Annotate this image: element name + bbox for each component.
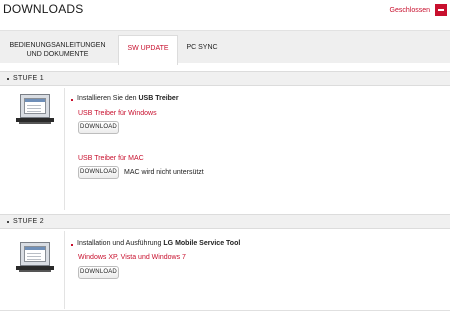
- os-support-link[interactable]: Windows XP, Vista und Windows 7: [78, 254, 186, 261]
- stage2-bullet: [71, 244, 73, 246]
- bullet-icon: [7, 78, 9, 80]
- usb-driver-windows-link[interactable]: USB Treiber für Windows: [78, 110, 157, 117]
- downloads-header: DOWNLOADS Geschlossen: [0, 0, 450, 28]
- tab-pc-sync[interactable]: PC SYNC: [182, 35, 222, 65]
- stage1-instruction-bold: USB Treiber: [138, 95, 179, 102]
- stage2-instruction-text: Installation und Ausführung: [77, 240, 164, 247]
- laptop-icon: [16, 242, 54, 274]
- tab-manuals-line1: BEDIENUNGSANLEITUNGEN: [9, 42, 106, 49]
- minus-icon[interactable]: [435, 4, 447, 16]
- stage1-instruction-text: Installieren Sie den: [77, 95, 139, 102]
- stage2-instruction: Installation und Ausführung LG Mobile Se…: [77, 240, 240, 247]
- tab-manuals-line2: UND DOKUMENTE: [26, 51, 89, 58]
- download-button-tool[interactable]: DOWNLOAD: [78, 266, 119, 279]
- bullet-icon: [7, 221, 9, 223]
- stage1-instruction: Installieren Sie den USB Treiber: [77, 95, 179, 102]
- closed-label[interactable]: Geschlossen: [390, 7, 430, 14]
- bottom-divider: [0, 310, 450, 311]
- page-title: DOWNLOADS: [3, 2, 84, 16]
- tab-pc-sync-label: PC SYNC: [186, 44, 218, 51]
- stage1-bullet: [71, 99, 73, 101]
- usb-driver-mac-link[interactable]: USB Treiber für MAC: [78, 155, 144, 162]
- download-button-windows[interactable]: DOWNLOAD: [78, 121, 119, 134]
- stage1-label: STUFE 1: [13, 75, 44, 82]
- stage2-divider: [64, 231, 65, 309]
- stage2-header[interactable]: STUFE 2: [0, 214, 450, 229]
- download-button-mac[interactable]: DOWNLOAD: [78, 166, 119, 179]
- stage2-label: STUFE 2: [13, 218, 44, 225]
- stage1-divider: [64, 88, 65, 210]
- tab-sw-update-label: SW UPDATE: [127, 45, 169, 52]
- tab-sw-update[interactable]: SW UPDATE: [118, 35, 178, 65]
- tab-bar: BEDIENUNGSANLEITUNGEN UND DOKUMENTE SW U…: [0, 30, 450, 65]
- laptop-icon: [16, 94, 54, 126]
- stage2-instruction-bold: LG Mobile Service Tool: [163, 240, 241, 247]
- tab-manuals[interactable]: BEDIENUNGSANLEITUNGEN UND DOKUMENTE: [5, 35, 110, 65]
- mac-unsupported-note: MAC wird nicht untersützt: [124, 169, 204, 176]
- stage1-header[interactable]: STUFE 1: [0, 71, 450, 86]
